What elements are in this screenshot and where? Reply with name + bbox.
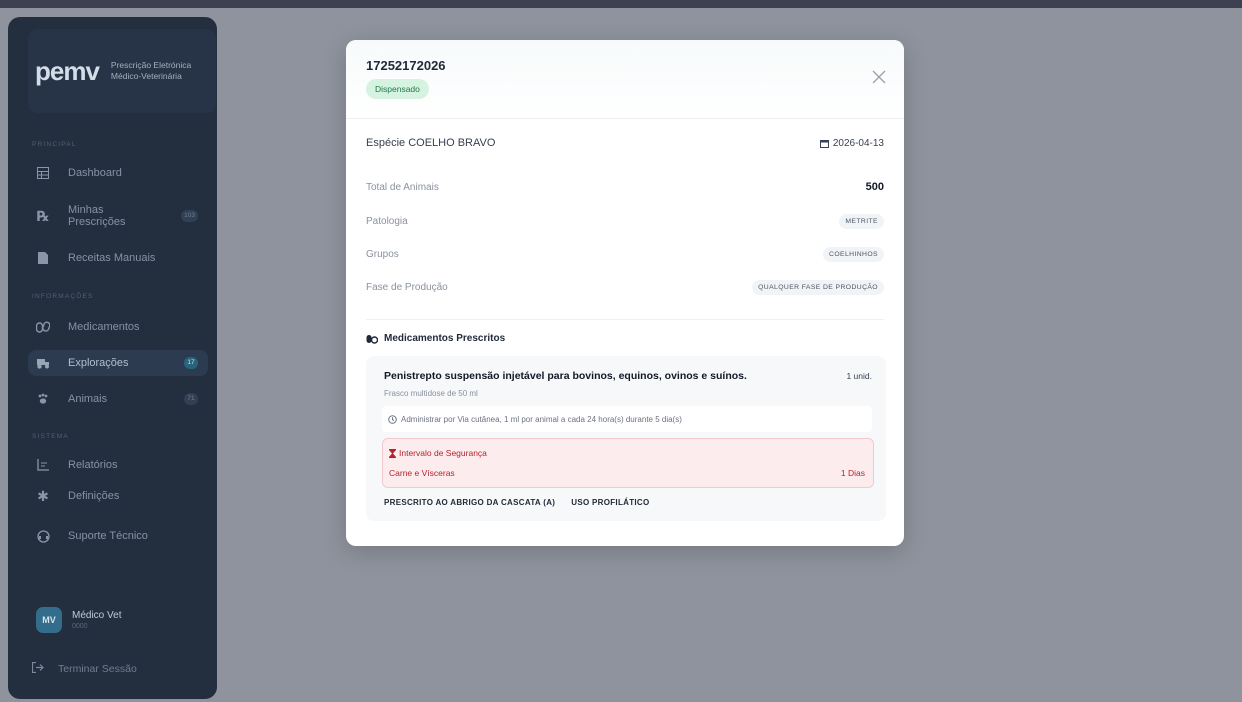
sidebar-item-minhas-prescricoes[interactable]: ℞ Minhas Prescrições 103 bbox=[28, 199, 208, 233]
info-row-fase-producao: Fase de Produção QUALQUER FASE DE PRODUÇ… bbox=[366, 280, 884, 295]
sidebar-item-definicoes[interactable]: ✱ Definições bbox=[28, 483, 208, 509]
safety-title-label: Intervalo de Segurança bbox=[399, 448, 487, 458]
section-label-principal: Principal bbox=[32, 141, 77, 148]
close-icon bbox=[872, 70, 886, 84]
safety-item: Carne e Vísceras bbox=[389, 468, 455, 478]
logout-icon bbox=[31, 661, 44, 676]
hourglass-icon bbox=[389, 448, 396, 458]
pills-icon bbox=[32, 319, 54, 335]
sidebar-item-label: Minhas Prescrições bbox=[68, 204, 126, 228]
medication-name: Penistrepto suspensão injetável para bov… bbox=[384, 370, 747, 382]
medication-quantity: 1 unid. bbox=[846, 371, 872, 381]
tag-uso-profilatico: USO PROFILÁTICO bbox=[571, 498, 650, 507]
administration-instructions: Administrar por Via cutânea, 1 ml por an… bbox=[382, 406, 872, 432]
medication-tags: PRESCRITO AO ABRIGO DA CASCATA (A) USO P… bbox=[384, 498, 650, 507]
brand[interactable]: pemv Prescrição Eletrónica Médico-Veteri… bbox=[28, 29, 216, 113]
species-row: Espécie COELHO BRAVO 2026-04-13 bbox=[366, 137, 884, 149]
info-label: Fase de Produção bbox=[366, 282, 448, 293]
tractor-icon bbox=[32, 355, 54, 371]
sidebar-item-relatorios[interactable]: Relatórios bbox=[28, 452, 208, 478]
badge-count: 17 bbox=[184, 357, 198, 369]
sidebar-item-label: Explorações bbox=[68, 357, 129, 369]
section-label-sistema: Sistema bbox=[32, 433, 69, 440]
sidebar-item-suporte-tecnico[interactable]: Suporte Técnico bbox=[28, 523, 208, 549]
prescription-id: 17252172026 bbox=[366, 58, 446, 73]
info-label: Total de Animais bbox=[366, 181, 439, 193]
medication-package: Frasco multidose de 50 ml bbox=[384, 389, 478, 398]
species-value: COELHO BRAVO bbox=[408, 137, 496, 149]
medications-title: Medicamentos Prescritos bbox=[366, 333, 505, 344]
safety-interval-box: Intervalo de Segurança Carne e Vísceras … bbox=[382, 438, 874, 488]
calendar-icon bbox=[819, 139, 829, 148]
sidebar-item-exploracoes[interactable]: Explorações 17 bbox=[28, 350, 208, 376]
sidebar-item-receitas-manuais[interactable]: Receitas Manuais bbox=[28, 245, 208, 271]
species-label: Espécie bbox=[366, 137, 406, 149]
sidebar-item-label: Suporte Técnico bbox=[68, 530, 148, 542]
date-value: 2026-04-13 bbox=[832, 137, 884, 149]
section-label-informacoes: Informações bbox=[32, 293, 94, 300]
logout-label: Terminar Sessão bbox=[58, 663, 137, 675]
info-row-patologia: Patologia METRITE bbox=[366, 214, 884, 229]
tag-cascata: PRESCRITO AO ABRIGO DA CASCATA (A) bbox=[384, 498, 556, 507]
safety-value: 1 Dias bbox=[840, 468, 865, 478]
chart-icon bbox=[32, 457, 54, 473]
logout-button[interactable]: Terminar Sessão bbox=[31, 661, 137, 676]
info-row-grupos: Grupos COELHINHOS bbox=[366, 247, 884, 262]
medication-card: Penistrepto suspensão injetável para bov… bbox=[366, 356, 886, 521]
brand-logo: pemv bbox=[35, 55, 100, 86]
administration-text: Administrar por Via cutânea, 1 ml por an… bbox=[401, 414, 682, 424]
info-value: 500 bbox=[865, 181, 884, 193]
prescription-date: 2026-04-13 bbox=[819, 137, 884, 149]
sidebar-item-label: Receitas Manuais bbox=[68, 252, 156, 264]
sidebar-item-animais[interactable]: Animais 71 bbox=[28, 386, 208, 412]
divider bbox=[366, 319, 884, 320]
badge-count: 71 bbox=[184, 393, 198, 405]
user-id: 0000 bbox=[72, 623, 88, 630]
user-name: Médico Vet bbox=[72, 610, 122, 621]
user-profile[interactable]: MV Médico Vet 0000 bbox=[36, 607, 121, 633]
info-label: Grupos bbox=[366, 249, 399, 260]
sidebar-item-label: Animais bbox=[68, 393, 108, 405]
info-row-total-animals: Total de Animais 500 bbox=[366, 181, 884, 193]
info-chip: COELHINHOS bbox=[823, 247, 884, 262]
sidebar-item-label: Medicamentos bbox=[68, 321, 140, 333]
pills-icon bbox=[366, 334, 378, 344]
info-label: Patologia bbox=[366, 216, 408, 227]
sidebar-item-label: Relatórios bbox=[68, 459, 118, 471]
medications-title-label: Medicamentos Prescritos bbox=[384, 333, 506, 344]
badge-count: 103 bbox=[181, 210, 198, 222]
document-icon bbox=[32, 250, 54, 266]
info-chip: QUALQUER FASE DE PRODUÇÃO bbox=[752, 280, 884, 295]
info-chip: METRITE bbox=[839, 214, 884, 229]
species: Espécie COELHO BRAVO bbox=[366, 137, 495, 149]
modal-header: 17252172026 Dispensado bbox=[346, 40, 904, 119]
safety-interval-title: Intervalo de Segurança bbox=[389, 448, 487, 458]
gear-icon: ✱ bbox=[37, 487, 49, 504]
clock-icon bbox=[388, 414, 397, 424]
avatar: MV bbox=[36, 607, 62, 633]
status-badge: Dispensado bbox=[366, 79, 429, 99]
sidebar-item-label: Dashboard bbox=[68, 167, 122, 179]
sidebar: pemv Prescrição Eletrónica Médico-Veteri… bbox=[8, 17, 217, 699]
brand-line-1: Prescrição Eletrónica bbox=[110, 60, 192, 70]
sidebar-item-label: Definições bbox=[68, 490, 120, 502]
brand-subtitle: Prescrição Eletrónica Médico-Veterinária bbox=[111, 60, 191, 82]
prescription-modal: 17252172026 Dispensado Espécie COELHO BR… bbox=[346, 40, 904, 546]
grid-icon bbox=[32, 165, 54, 181]
browser-top-bar bbox=[0, 0, 1242, 8]
brand-line-2: Médico-Veterinária bbox=[110, 71, 182, 81]
sidebar-item-medicamentos[interactable]: Medicamentos bbox=[28, 314, 208, 340]
paw-icon bbox=[32, 391, 54, 407]
close-button[interactable] bbox=[872, 70, 886, 84]
rx-icon: ℞ bbox=[36, 208, 50, 224]
sidebar-item-dashboard[interactable]: Dashboard bbox=[28, 160, 208, 186]
headset-icon bbox=[32, 528, 54, 544]
